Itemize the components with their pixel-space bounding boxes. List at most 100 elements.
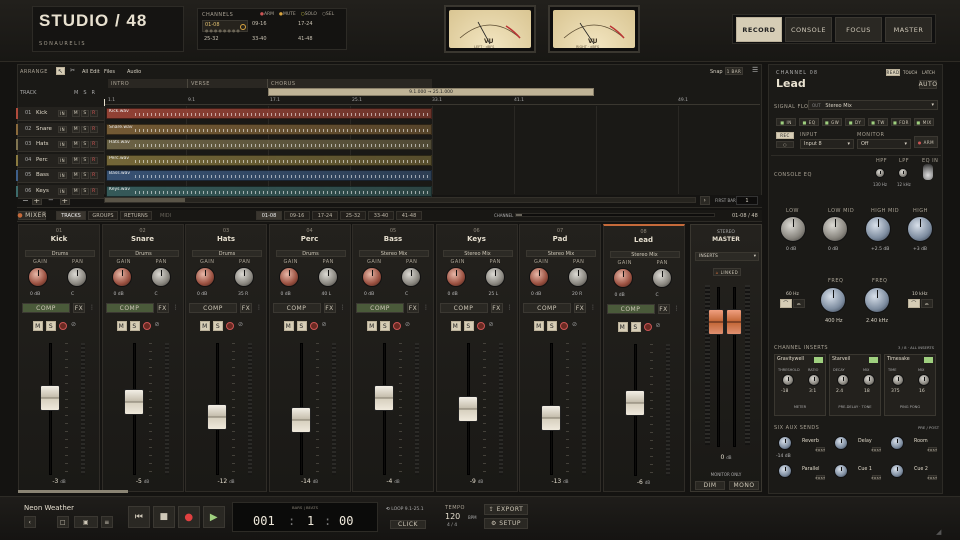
bank-41-48[interactable]: 41-48	[298, 36, 313, 42]
chain-mix-button[interactable]: ■ MIX	[914, 118, 934, 126]
track-row[interactable]: 04 Perc IN M S R	[16, 153, 104, 168]
track-s-button[interactable]: S	[81, 125, 89, 133]
input-select[interactable]: Input 8 ▾	[800, 139, 854, 149]
audio-clip[interactable]: Bass.wav	[106, 170, 432, 181]
comp-button[interactable]: COMP	[272, 303, 321, 313]
arm-icon[interactable]	[59, 322, 67, 330]
track-row[interactable]: 06 Keys IN M S R	[16, 184, 104, 199]
strip-name[interactable]: Kick	[19, 235, 99, 243]
gain-knob[interactable]	[195, 267, 215, 287]
phase-icon[interactable]: ⊘	[238, 321, 243, 328]
phase-icon[interactable]: ⊘	[489, 321, 494, 328]
solo-button[interactable]: S	[630, 322, 641, 332]
track-input-button[interactable]: IN	[58, 110, 67, 117]
monitor-select[interactable]: Off ▾	[857, 139, 911, 149]
play-button[interactable]: ▶	[203, 506, 225, 528]
master-linked-button[interactable]: ⌂ LINKED	[713, 268, 741, 276]
track-r-button[interactable]: R	[90, 172, 98, 179]
solo-button[interactable]: S	[463, 321, 474, 331]
auto-touch-button[interactable]: TOUCH	[903, 70, 917, 75]
plugin-knob[interactable]	[918, 374, 930, 386]
strip-name[interactable]: Pad	[520, 235, 600, 243]
insert-plugin[interactable]: Gravitywell THRESHOLD RATIO -18 3:1 METER	[774, 354, 826, 416]
strip-routing[interactable]: Stereo Mix	[609, 251, 680, 258]
chain-dy-button[interactable]: ■ DY	[845, 118, 865, 126]
track-input-button[interactable]: IN	[58, 156, 67, 164]
pan-knob[interactable]	[568, 267, 588, 287]
track-s-button[interactable]: S	[81, 187, 89, 195]
fx-button[interactable]: FX	[407, 303, 419, 313]
mixer-bank-25-32[interactable]: 25-32	[340, 211, 366, 220]
tab-returns[interactable]: RETURNS	[120, 211, 152, 220]
fx-button[interactable]: FX	[657, 304, 670, 314]
send-post-button[interactable]: POST	[816, 475, 825, 480]
plugin-power-icon[interactable]	[869, 357, 878, 363]
time-signature[interactable]: 4 / 4	[447, 523, 457, 528]
mixer-bank-01-08[interactable]: 01-08	[256, 211, 282, 220]
mute-button[interactable]: M	[200, 321, 210, 331]
mode-focus-button[interactable]: FOCUS	[835, 17, 882, 42]
send-knob[interactable]	[890, 436, 904, 450]
track-r-button[interactable]: R	[90, 187, 98, 195]
arm-button[interactable]: ● ARM	[914, 136, 938, 148]
phase-icon[interactable]: ⊘	[572, 321, 577, 328]
comp-button[interactable]: COMP	[105, 303, 154, 313]
arrange-edit[interactable]: Edit	[90, 69, 100, 75]
dim-button[interactable]: DIM	[695, 481, 725, 490]
master-fader-left[interactable]	[708, 309, 724, 335]
tempo-value[interactable]: 120	[445, 512, 460, 521]
track-row[interactable]: 01 Kick IN M S R	[16, 107, 104, 121]
bank-09-16[interactable]: 09-16	[252, 21, 267, 27]
first-bar-input[interactable]: 1	[736, 196, 758, 205]
pan-knob[interactable]	[401, 267, 421, 287]
phase-icon[interactable]: ⊘	[155, 321, 160, 328]
mixer-bank-09-16[interactable]: 09-16	[284, 211, 310, 220]
track-r-button[interactable]: R	[90, 156, 98, 164]
pan-knob[interactable]	[317, 267, 338, 287]
bank-25-32[interactable]: 25-32	[204, 36, 219, 42]
pan-knob[interactable]	[234, 267, 254, 287]
strip-name[interactable]: Keys	[437, 235, 517, 243]
comp-button[interactable]: COMP	[439, 303, 488, 313]
loop-toggle[interactable]: ⟲ LOOP 9.1-25.1	[386, 507, 424, 512]
plugin-knob[interactable]	[808, 374, 820, 386]
pointer-tool[interactable]: ↖	[56, 67, 65, 75]
rec-arm-indicator[interactable]: REC	[776, 132, 794, 139]
gain-knob[interactable]	[529, 267, 549, 287]
chain-eq-button[interactable]: ■ EQ	[799, 118, 819, 126]
undo-button[interactable]: ‹	[24, 516, 36, 528]
gain-knob[interactable]	[28, 267, 48, 287]
send-knob[interactable]	[890, 464, 904, 478]
mute-button[interactable]: M	[33, 321, 43, 331]
cut-tool[interactable]: ✂	[70, 67, 75, 74]
track-input-button[interactable]: IN	[58, 141, 67, 148]
marker-intro[interactable]: INTRO	[108, 79, 188, 88]
fx-button[interactable]: FX	[323, 303, 336, 313]
pan-knob[interactable]	[484, 267, 505, 287]
export-button[interactable]: ⇪ EXPORT	[484, 504, 528, 515]
mute-button[interactable]: M	[534, 321, 544, 331]
insert-more-icon[interactable]: ⋮	[507, 304, 513, 311]
bank-01-08[interactable]: 01-08 ●●●●●●●●	[202, 20, 248, 33]
chain-in-button[interactable]: ■ IN	[776, 118, 796, 126]
track-input-button[interactable]: IN	[58, 172, 67, 179]
loop-region[interactable]: 9.1.000 → 25.1.000	[268, 88, 594, 96]
auto-read-button[interactable]: READ	[886, 69, 900, 76]
comp-button[interactable]: COMP	[22, 303, 70, 313]
arrange-next-button[interactable]: ›	[700, 196, 710, 205]
plugin-power-icon[interactable]	[814, 357, 823, 363]
channel-fader[interactable]	[40, 384, 60, 411]
strip-routing[interactable]: Drums	[25, 250, 95, 257]
fx-button[interactable]: FX	[156, 303, 169, 313]
track-row[interactable]: 03 Hats IN M S R	[16, 138, 104, 152]
new-file-button[interactable]: □	[57, 516, 69, 528]
send-post-button[interactable]: POST	[928, 475, 937, 480]
channel-fader[interactable]	[457, 395, 478, 422]
snap-select[interactable]: 1 BAR	[725, 67, 743, 75]
eq-band-gain-knob[interactable]	[865, 216, 891, 242]
arm-icon[interactable]	[560, 322, 568, 330]
eq-band-gain-knob[interactable]	[780, 216, 806, 242]
arrange-all[interactable]: All	[82, 69, 88, 75]
track-r-button[interactable]: R	[90, 141, 98, 148]
track-row[interactable]: 02 Snare IN M S R	[16, 122, 104, 137]
